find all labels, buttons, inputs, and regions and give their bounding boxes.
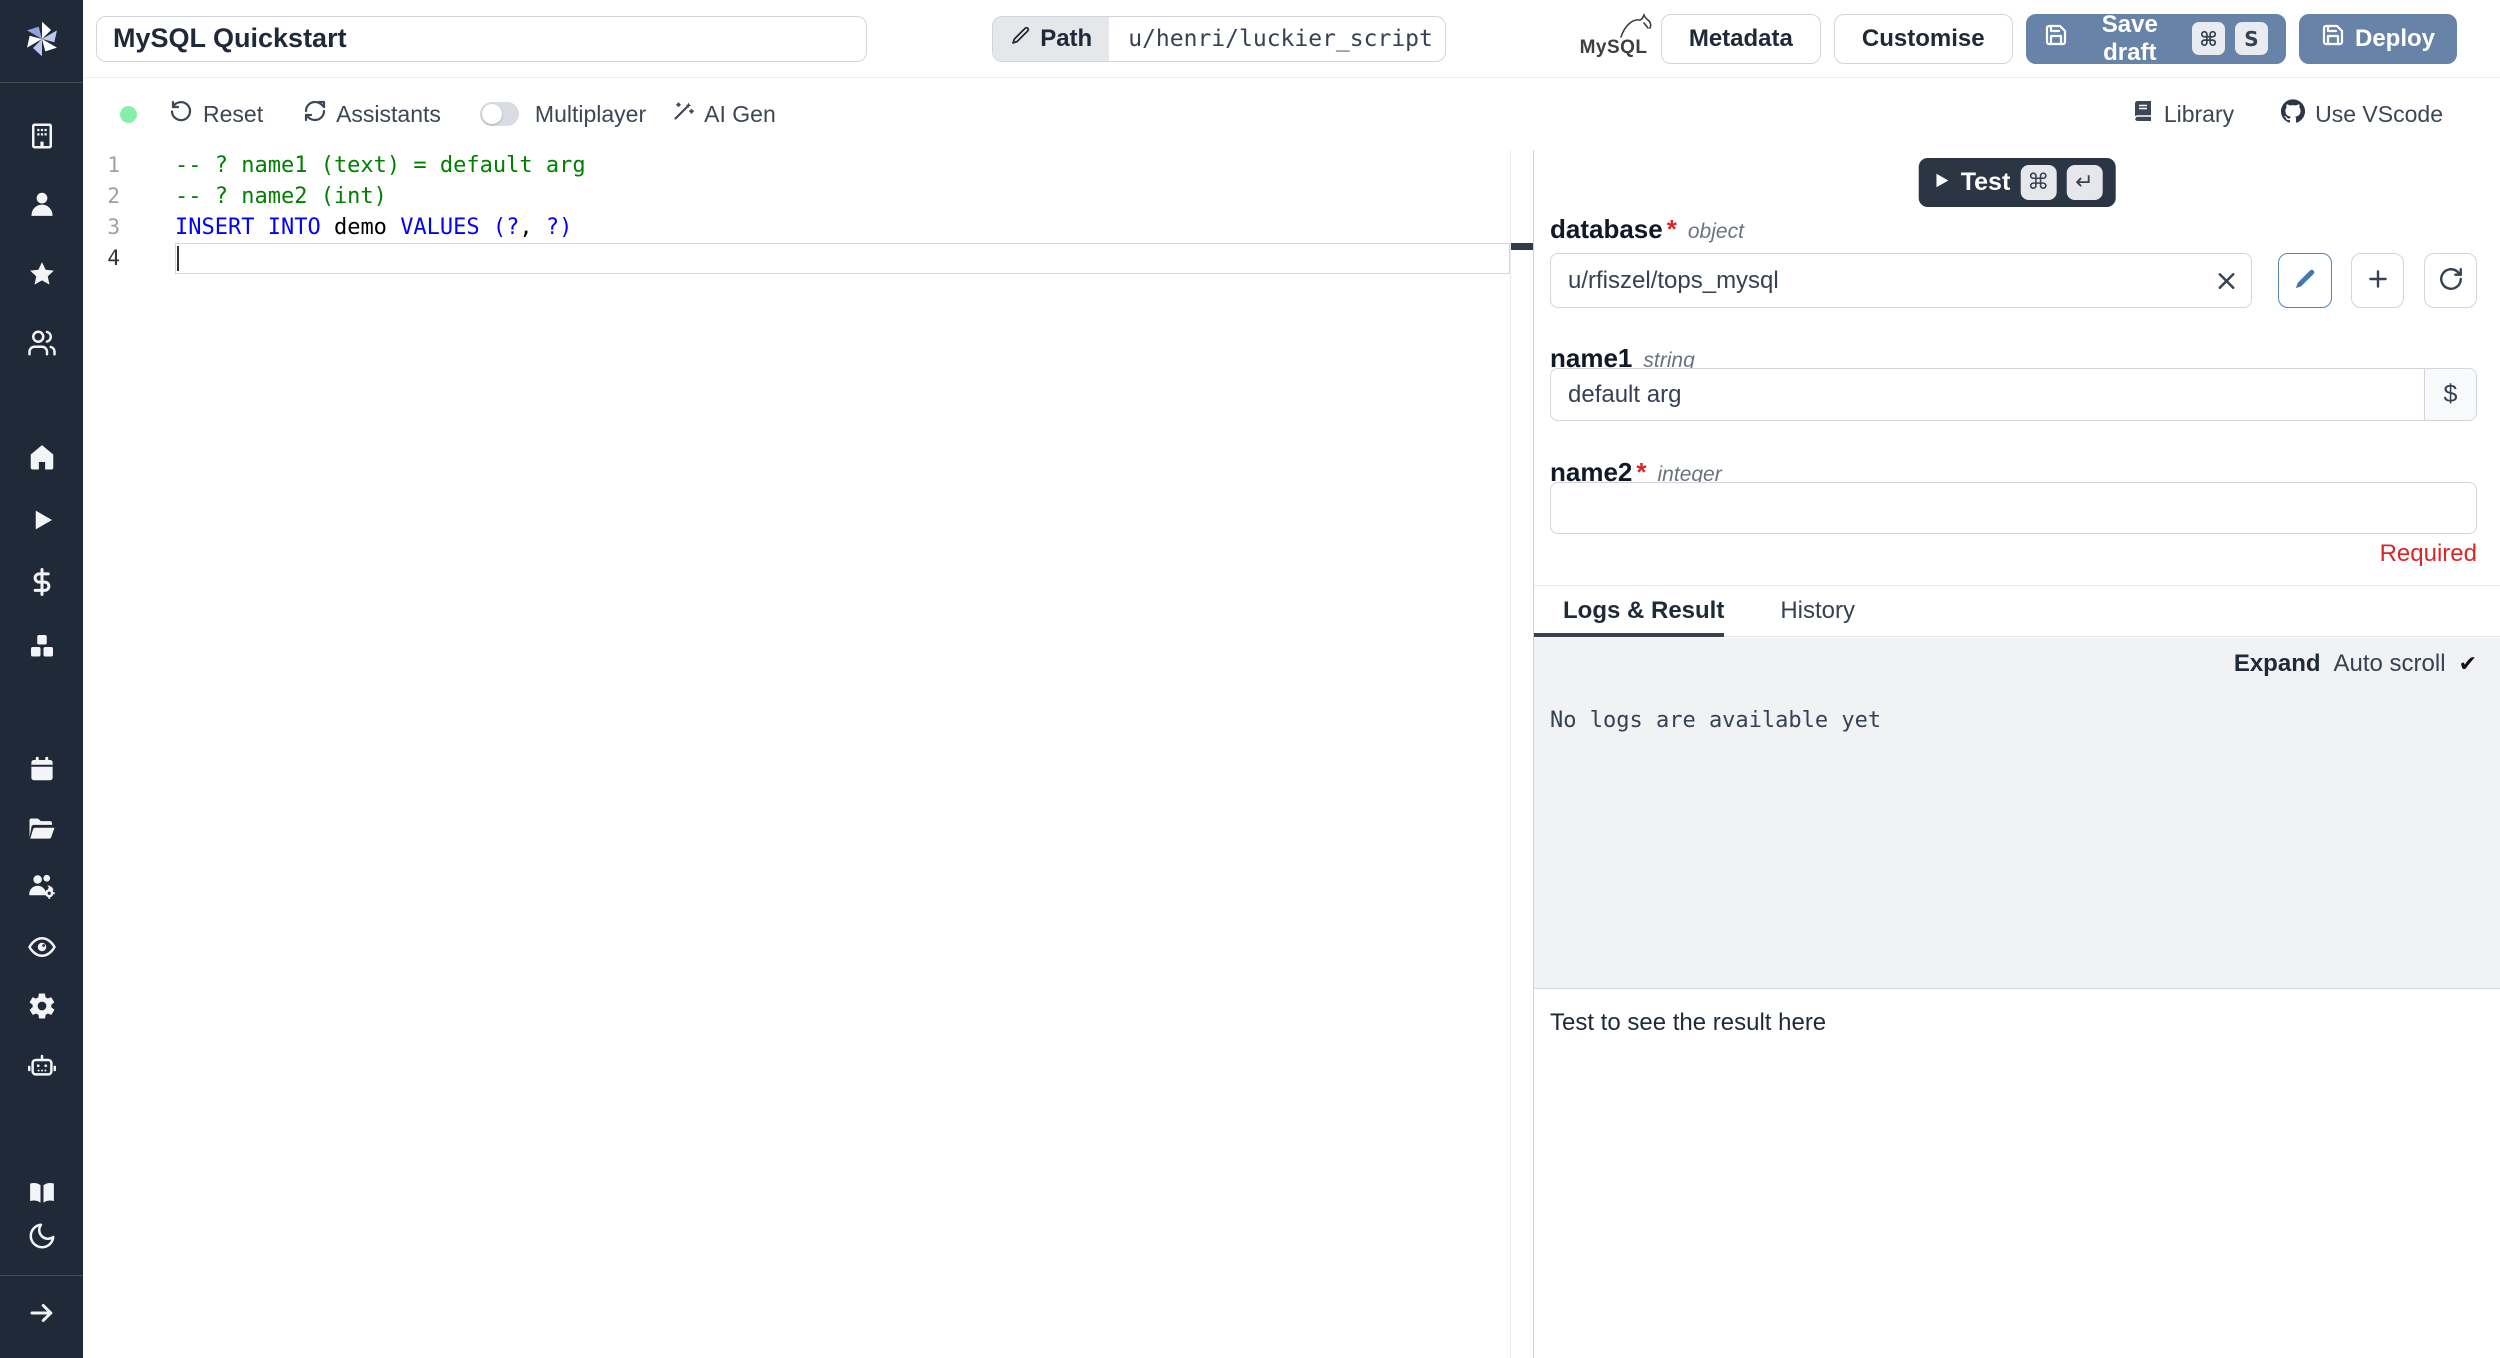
expand-button[interactable]: Expand [2234, 650, 2321, 678]
name2-input[interactable] [1550, 482, 2477, 534]
settings-icon[interactable] [25, 989, 59, 1023]
path-value[interactable]: u/henri/luckier_script [1109, 17, 1445, 61]
database-input[interactable] [1550, 253, 2253, 308]
rotate-ccw-icon [170, 99, 194, 129]
home-icon[interactable] [25, 440, 59, 474]
result-area: Test to see the result here [1534, 988, 2500, 1358]
current-line-highlight [175, 243, 1510, 274]
book-icon [2131, 99, 2155, 129]
required-error: Required [2379, 540, 2477, 567]
autoscroll-toggle[interactable]: Auto scroll ✔ [2334, 650, 2477, 678]
moon-icon[interactable] [25, 1219, 59, 1253]
arrow-right-icon[interactable] [25, 1296, 59, 1330]
library-button[interactable]: Library [2131, 99, 2234, 129]
tab-history[interactable]: History [1780, 597, 1855, 625]
line-number: 2 [107, 184, 120, 208]
result-tabs: Logs & Result History [1534, 585, 2500, 637]
clear-icon[interactable] [2215, 269, 2238, 292]
pencil-icon [1010, 25, 1031, 53]
users-icon[interactable] [25, 326, 59, 360]
mysql-dolphin-icon [1615, 12, 1655, 48]
editor-overview-ruler[interactable] [1510, 150, 1533, 1358]
folder-open-icon[interactable] [25, 811, 59, 845]
editor-toolbar: Reset Assistants Multiplayer AI Gen Libr… [83, 78, 2500, 150]
windmill-logo-icon[interactable] [14, 11, 70, 67]
variable-picker-button[interactable]: $ [2424, 369, 2476, 420]
book-open-icon[interactable] [25, 1176, 59, 1210]
refresh-cw-icon [303, 99, 327, 129]
refresh-resource-button[interactable] [2424, 253, 2477, 308]
topbar: Path u/henri/luckier_script MySQL Metada… [83, 0, 2500, 78]
check-icon: ✔ [2458, 651, 2477, 677]
tab-logs-result[interactable]: Logs & Result [1563, 597, 1724, 625]
edit-resource-button[interactable] [2278, 253, 2333, 308]
mysql-logo: MySQL [1566, 9, 1661, 69]
deploy-button[interactable]: Deploy [2298, 13, 2457, 64]
star-icon[interactable] [25, 257, 59, 291]
kbd-enter: ↵ [2066, 165, 2103, 200]
play-icon [1932, 168, 1951, 197]
code-editor[interactable]: 1 -- ? name1 (text) = default arg 2 -- ?… [83, 150, 1510, 1358]
path-group[interactable]: Path u/henri/luckier_script [992, 15, 1447, 62]
cursor-position-marker [1511, 243, 1533, 250]
add-resource-button[interactable] [2351, 253, 2405, 308]
users-cog-icon[interactable] [25, 869, 59, 903]
sidebar-divider [0, 82, 83, 83]
line-number: 3 [107, 215, 120, 239]
assistants-button[interactable]: Assistants [303, 99, 441, 129]
customise-button[interactable]: Customise [1833, 13, 2013, 64]
line-number: 4 [107, 246, 120, 270]
database-field-label: database * object [1550, 214, 1744, 244]
code-line: 1 -- ? name1 (text) = default arg [83, 150, 1510, 181]
use-vscode-button[interactable]: Use VScode [2280, 98, 2443, 130]
kbd-s: S [2234, 22, 2268, 55]
logs-area: Expand Auto scroll ✔ No logs are availab… [1534, 638, 2500, 988]
active-tab-underline [1534, 633, 1724, 637]
metadata-button[interactable]: Metadata [1660, 13, 1821, 64]
sidebar-divider [0, 1275, 83, 1276]
code-line: 3 INSERT INTO demo VALUES (?, ?) [83, 212, 1510, 243]
sidebar [0, 0, 83, 1358]
status-dot [120, 105, 137, 123]
eye-icon[interactable] [25, 930, 59, 964]
play-icon[interactable] [25, 503, 59, 537]
reset-button[interactable]: Reset [170, 99, 263, 129]
dollar-sign-icon[interactable] [25, 565, 59, 599]
line-number: 1 [107, 153, 120, 177]
text-cursor [177, 246, 179, 271]
save-icon [2044, 23, 2068, 54]
building-icon[interactable] [25, 119, 59, 153]
kbd-cmd: ⌘ [2191, 22, 2225, 55]
plus-icon [2365, 266, 2391, 295]
logs-empty-message: No logs are available yet [1550, 708, 1882, 733]
wand-sparkles-icon [671, 99, 695, 129]
multiplayer-label: Multiplayer [534, 100, 647, 127]
code-line: 2 -- ? name2 (int) [83, 181, 1510, 212]
script-title-input[interactable] [96, 15, 868, 62]
test-button[interactable]: Test ⌘ ↵ [1918, 158, 2116, 207]
pencil-icon [2292, 266, 2318, 295]
name1-field-row: $ [1550, 368, 2477, 421]
path-label: Path [1040, 24, 1093, 52]
calendar-icon[interactable] [25, 752, 59, 786]
rotate-cw-icon [2438, 266, 2464, 295]
result-placeholder: Test to see the result here [1550, 1009, 1827, 1036]
boxes-icon[interactable] [25, 629, 59, 663]
save-draft-button[interactable]: Save draft ⌘ S [2025, 11, 2286, 66]
database-field-row [1550, 253, 2477, 308]
multiplayer-toggle[interactable] [479, 102, 519, 126]
bot-icon[interactable] [25, 1048, 59, 1082]
path-button[interactable]: Path [993, 16, 1110, 61]
save-icon [2321, 23, 2345, 54]
name1-input[interactable] [1550, 368, 2477, 421]
run-panel: Test ⌘ ↵ database * object u/rfiszel/top… [1533, 150, 2500, 1358]
user-icon[interactable] [25, 187, 59, 221]
ai-gen-button[interactable]: AI Gen [671, 99, 776, 129]
github-icon [2280, 98, 2306, 130]
kbd-cmd: ⌘ [2020, 165, 2057, 200]
